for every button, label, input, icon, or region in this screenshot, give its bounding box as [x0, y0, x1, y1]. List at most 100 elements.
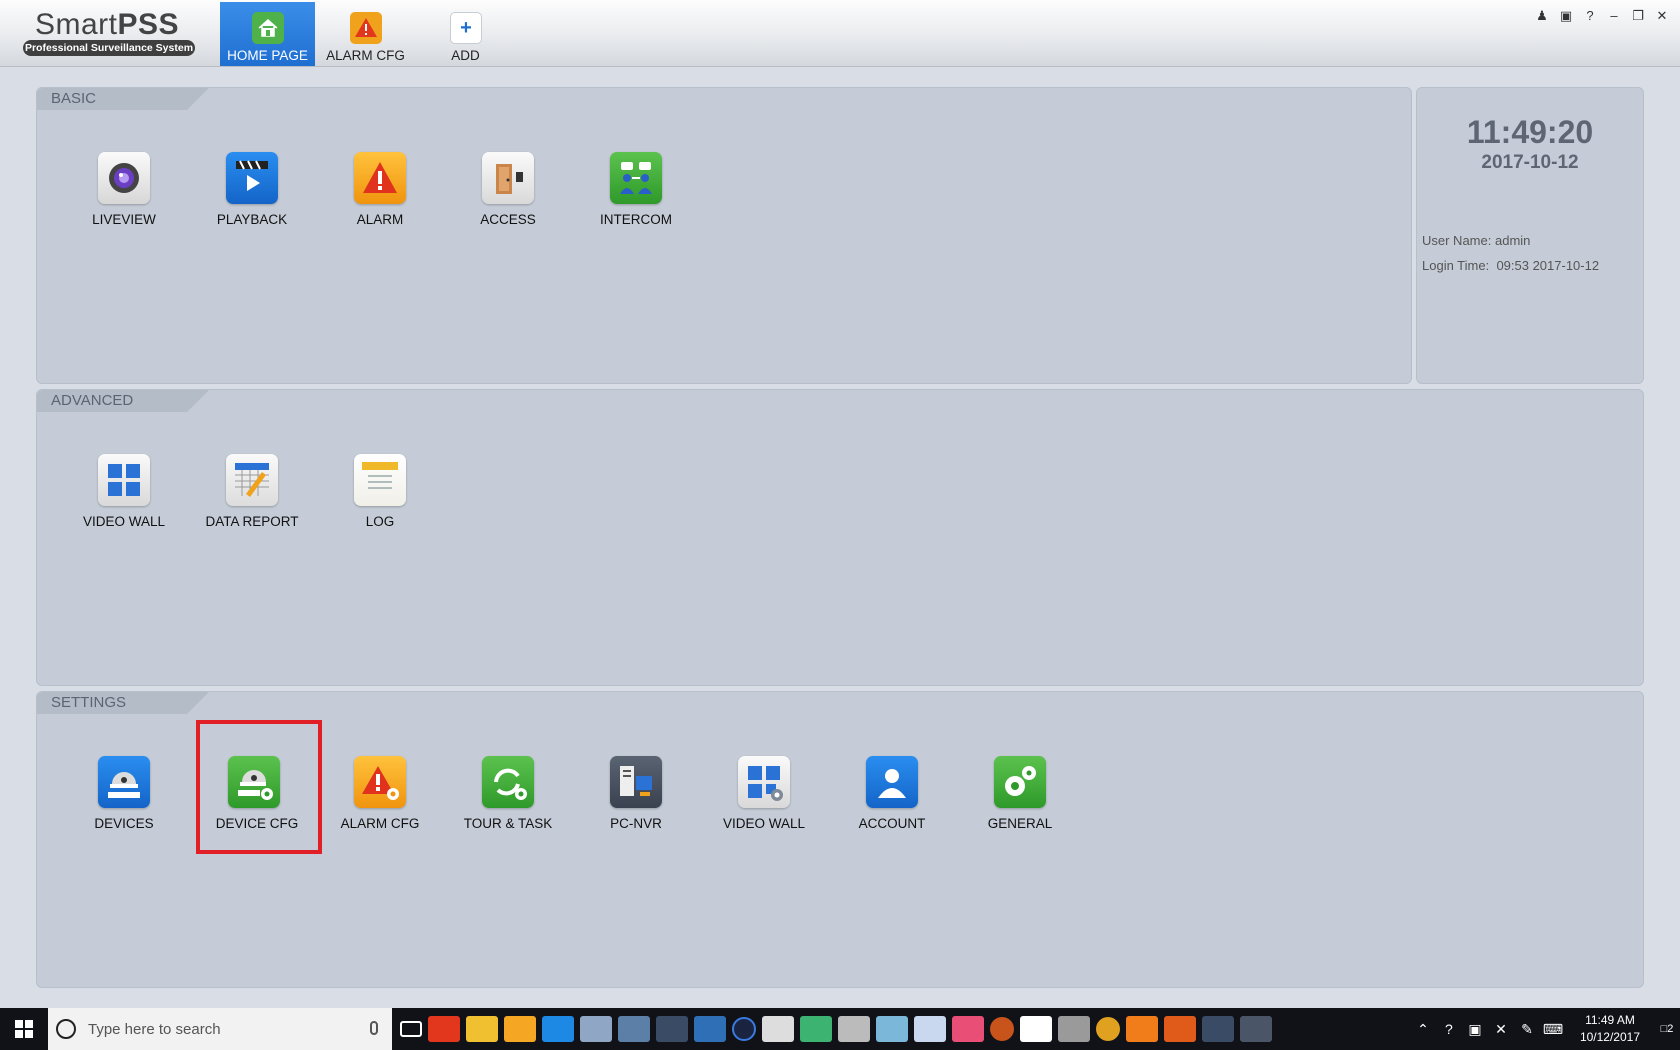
penguin-app-icon[interactable] [428, 1016, 460, 1042]
keyboard-icon[interactable]: ⌨ [1540, 1021, 1566, 1038]
cycle-gear-icon [482, 756, 534, 808]
tile-label: GENERAL [987, 816, 1053, 831]
login-time-label: Login Time: [1422, 258, 1490, 273]
tile-playback[interactable]: PLAYBACK [193, 142, 311, 252]
advanced-panel: ADVANCED VIDEO WALL DATA REPORT LOG [36, 389, 1644, 686]
nvr-icon [610, 756, 662, 808]
tile-label: INTERCOM [600, 212, 672, 227]
tab-alarm-cfg[interactable]: ALARM CFG [318, 2, 413, 66]
task-view-icon[interactable] [400, 1021, 422, 1037]
tile-alarm[interactable]: ALARM [321, 142, 439, 252]
folder-icon[interactable] [466, 1016, 498, 1042]
tile-intercom[interactable]: INTERCOM [577, 142, 695, 252]
printer-icon[interactable] [1058, 1016, 1090, 1042]
taskbar-apps [400, 1008, 1272, 1050]
help-icon[interactable]: ? [1582, 8, 1598, 24]
taskbar-clock[interactable]: 11:49 AM 10/12/2017 [1566, 1012, 1654, 1046]
intercom-people-icon [610, 152, 662, 204]
sogou-icon[interactable] [1126, 1016, 1158, 1042]
windows-start-icon[interactable] [0, 1008, 48, 1050]
tile-devices[interactable]: DEVICES [65, 746, 183, 856]
tile-pc-nvr[interactable]: PC-NVR [577, 746, 695, 856]
user-icon[interactable]: ♟ [1534, 8, 1550, 24]
microphone-icon[interactable] [370, 1021, 378, 1035]
settings-panel: SETTINGS DEVICES DEVICE CFG ALARM CFG TO… [36, 691, 1644, 988]
camera-app-icon[interactable] [656, 1016, 688, 1042]
notes-app-icon[interactable] [876, 1016, 908, 1042]
tile-account[interactable]: ACCOUNT [833, 746, 951, 856]
action-center-icon[interactable]: □2 [1654, 1023, 1680, 1035]
tile-label: ACCOUNT [858, 816, 926, 831]
close-icon[interactable]: ✕ [1654, 8, 1670, 24]
taskbar-search[interactable]: Type here to search [48, 1008, 392, 1050]
tile-label: PLAYBACK [216, 212, 288, 227]
plus-icon: + [450, 12, 482, 44]
smartpss-logo: SmartPSS Professional Surveillance Syste… [23, 8, 195, 58]
clock-app-icon[interactable] [838, 1016, 870, 1042]
tab-home-page[interactable]: HOME PAGE [220, 2, 315, 66]
network-icon[interactable]: ▣ [1462, 1021, 1488, 1038]
notification-count: 2 [1667, 1023, 1674, 1035]
clapperboard-play-icon [226, 152, 278, 204]
tile-access[interactable]: ACCESS [449, 142, 567, 252]
tile-video-wall[interactable]: VIDEO WALL [65, 444, 183, 554]
alarm-gear-icon [354, 756, 406, 808]
window-controls: ♟ ▣ ? – ❐ ✕ [1534, 8, 1670, 24]
tile-label: ALARM [356, 212, 404, 227]
pen-icon[interactable]: ✎ [1514, 1021, 1540, 1038]
dome-camera-gear-icon [228, 756, 280, 808]
section-title-settings: SETTINGS [37, 692, 209, 714]
camera-lens-icon [98, 152, 150, 204]
lock-icon[interactable]: ▣ [1558, 8, 1574, 24]
flow-app-icon[interactable] [1164, 1016, 1196, 1042]
search-app-icon[interactable] [618, 1016, 650, 1042]
image-app-icon[interactable] [914, 1016, 946, 1042]
dome-camera-icon [98, 756, 150, 808]
help-tray-icon[interactable]: ? [1436, 1021, 1462, 1037]
tile-label: ALARM CFG [340, 816, 420, 831]
dropbox-icon[interactable] [542, 1016, 574, 1042]
calendar-pencil-icon [226, 454, 278, 506]
logo-bold: PSS [117, 8, 180, 41]
circle-app-icon[interactable] [732, 1017, 756, 1041]
user-name-label: User Name: [1422, 233, 1492, 248]
tile-alarm-cfg[interactable]: ALARM CFG [321, 746, 439, 856]
tile-label: LIVEVIEW [92, 212, 156, 227]
tab-add[interactable]: + ADD [418, 2, 513, 66]
login-time-row: Login Time: 09:53 2017-10-12 [1422, 258, 1599, 273]
tile-label: VIDEO WALL [82, 514, 166, 529]
paint-app-icon[interactable] [580, 1016, 612, 1042]
mail-app-icon[interactable] [504, 1016, 536, 1042]
system-tray: ⌃ ? ▣ ✕ ✎ ⌨ 11:49 AM 10/12/2017 □2 [1410, 1008, 1680, 1050]
flower-app-icon[interactable] [952, 1016, 984, 1042]
smartpss-camera-icon[interactable] [1202, 1016, 1234, 1042]
tile-tour-task[interactable]: TOUR & TASK [449, 746, 567, 856]
volume-muted-icon[interactable]: ✕ [1488, 1021, 1514, 1038]
chart-app-icon[interactable] [694, 1016, 726, 1042]
envelope-icon[interactable] [1020, 1016, 1052, 1042]
tile-label: PC-NVR [610, 816, 662, 831]
chrome-icon[interactable] [1096, 1017, 1120, 1041]
smartpss-active-icon[interactable] [1240, 1016, 1272, 1042]
alarm-cfg-icon [350, 12, 382, 44]
tab-label: ALARM CFG [326, 48, 405, 63]
calculator-icon[interactable] [762, 1016, 794, 1042]
tile-label: VIDEO WALL [722, 816, 806, 831]
current-date: 2017-10-12 [1481, 152, 1579, 173]
current-time: 11:49:20 [1466, 114, 1594, 150]
media-app-icon[interactable] [990, 1017, 1014, 1041]
minimize-icon[interactable]: – [1606, 8, 1622, 24]
tile-video-wall-settings[interactable]: VIDEO WALL [705, 746, 823, 856]
tile-general[interactable]: GENERAL [961, 746, 1079, 856]
restore-icon[interactable]: ❐ [1630, 8, 1646, 24]
cortana-icon [56, 1019, 76, 1039]
tile-label: DEVICE CFG [215, 816, 299, 831]
tile-liveview[interactable]: LIVEVIEW [65, 142, 183, 252]
tile-data-report[interactable]: DATA REPORT [193, 444, 311, 554]
windows-taskbar: Type here to search ⌃ ? ▣ ✕ ✎ ⌨ 11:49 AM… [0, 1008, 1680, 1050]
tile-log[interactable]: LOG [321, 444, 439, 554]
overflow-chevron-icon[interactable]: ⌃ [1410, 1021, 1436, 1038]
video-wall-icon [98, 454, 150, 506]
arrows-app-icon[interactable] [800, 1016, 832, 1042]
tile-device-cfg[interactable]: DEVICE CFG [196, 720, 322, 854]
